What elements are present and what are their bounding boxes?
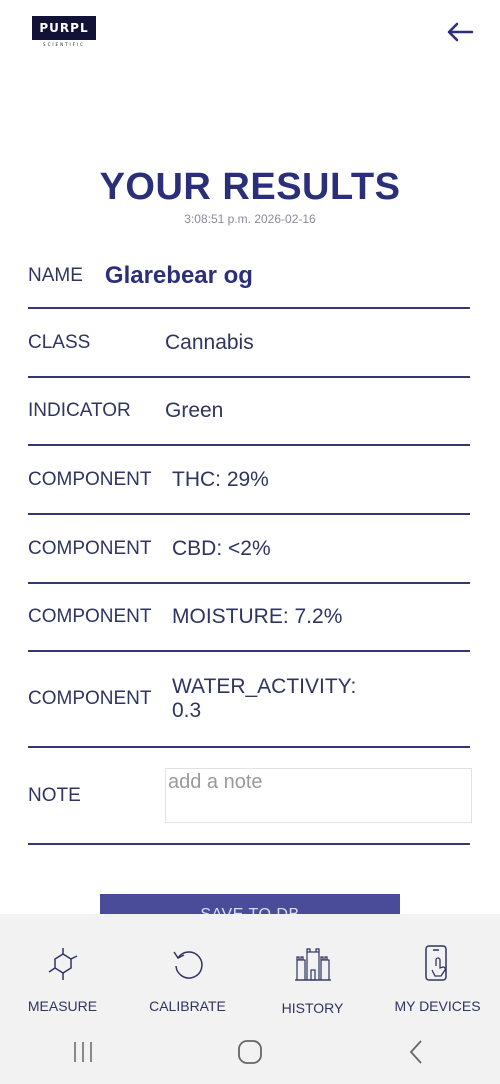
note-label: NOTE: [28, 784, 81, 806]
bottom-nav: MEASURE CALIBRATE HISTORY MY DEVICES: [0, 914, 500, 1020]
indicator-label: INDICATOR: [28, 400, 131, 421]
name-value: Glarebear og: [104, 261, 253, 289]
logo-text: PURPL: [32, 16, 96, 40]
indicator-value: Green: [165, 399, 224, 422]
component-label: COMPONENT: [28, 606, 152, 627]
name-row: NAME Glarebear og: [28, 244, 470, 309]
component-row: COMPONENT MOISTURE: 7.2%: [28, 584, 470, 652]
back-button[interactable]: [444, 16, 476, 48]
class-label: CLASS: [28, 331, 91, 353]
recents-icon: [74, 1042, 93, 1062]
nav-measure[interactable]: MEASURE: [0, 914, 125, 1020]
page-title: YOUR RESULTS: [99, 166, 401, 208]
component-row: COMPONENT WATER_ACTIVITY: 0.3: [28, 652, 470, 748]
home-icon: [238, 1040, 262, 1064]
phone-touch-icon: [424, 945, 447, 981]
nav-calibrate-label: CALIBRATE: [149, 998, 226, 1014]
castle-icon: [294, 948, 331, 981]
logo-subtitle: SCIENTIFIC: [43, 42, 85, 47]
component-value: THC: 29%: [172, 467, 269, 491]
component-value: WATER_ACTIVITY: 0.3: [172, 675, 357, 722]
component-label: COMPONENT: [28, 537, 152, 559]
recents-button[interactable]: [43, 1027, 123, 1077]
result-timestamp: 3:08:51 p.m. 2026-02-16: [184, 212, 316, 226]
component-value: MOISTURE: 7.2%: [172, 605, 343, 628]
nav-measure-label: MEASURE: [27, 998, 98, 1014]
component-label: COMPONENT: [28, 688, 152, 709]
system-back-button[interactable]: [377, 1027, 457, 1077]
nav-history[interactable]: HISTORY: [250, 914, 375, 1020]
molecule-icon: [48, 948, 77, 980]
arrow-left-icon: [447, 22, 474, 42]
nav-my-devices-label: MY DEVICES: [394, 998, 481, 1014]
name-label: NAME: [28, 264, 83, 286]
class-row: CLASS Cannabis: [28, 309, 470, 378]
refresh-icon: [172, 951, 203, 979]
purpl-logo: PURPL SCIENTIFIC: [32, 16, 96, 47]
home-button[interactable]: [210, 1027, 290, 1077]
component-row: COMPONENT THC: 29%: [28, 446, 470, 515]
nav-calibrate[interactable]: CALIBRATE: [125, 914, 250, 1020]
note-input[interactable]: add a note: [165, 768, 472, 823]
nav-my-devices[interactable]: MY DEVICES: [375, 914, 500, 1020]
indicator-row: INDICATOR Green: [28, 378, 470, 446]
back-chevron-icon: [409, 1040, 422, 1064]
system-nav-bar: [0, 1020, 500, 1084]
component-value: CBD: <2%: [172, 536, 271, 560]
nav-history-label: HISTORY: [281, 1000, 344, 1016]
component-label: COMPONENT: [28, 468, 152, 490]
component-row: COMPONENT CBD: <2%: [28, 515, 470, 584]
class-value: Cannabis: [165, 330, 254, 354]
